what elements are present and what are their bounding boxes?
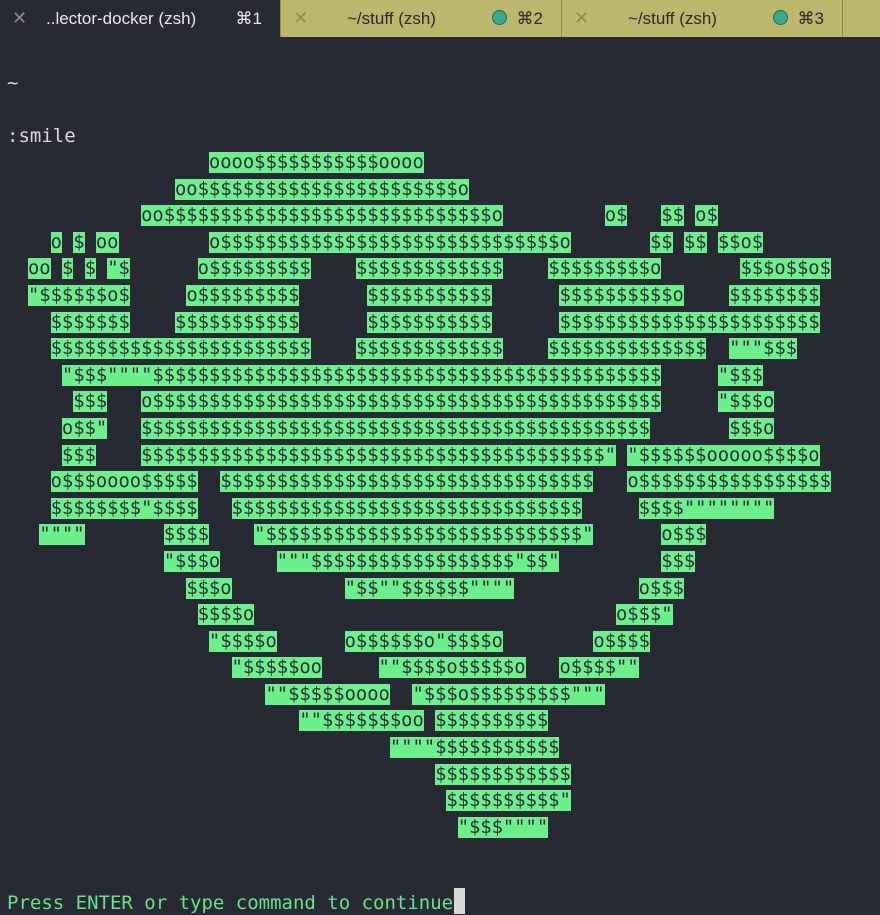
art-line-23: $$$$$$$$$$$$ [435, 763, 571, 785]
close-icon[interactable]: ✕ [293, 8, 308, 29]
art-line-0: oooo$$$$$$$$$$$oooo [208, 152, 424, 173]
art-line-9: $$$ o$$$$$$$$$$$$$$$$$$$$$$$$$$$$$$$$$$$… [73, 391, 775, 413]
text-cursor [454, 888, 466, 914]
tab-shortcut: ⌘3 [797, 9, 824, 28]
art-line-13: $$$$$$$$"$$$$ $$$$$$$$$$$$$$$$$$$$$$$$$$… [50, 497, 775, 519]
art-line-5: "$$$$$$o$ o$$$$$$$$$ $$$$$$$$$$$ $$$$$$$… [28, 284, 820, 306]
tab-3[interactable]: ✕ ~/stuff (zsh) ⌘3 [561, 0, 842, 37]
tab-title: ~/stuff (zsh) [628, 9, 717, 28]
close-icon[interactable]: ✕ [574, 8, 589, 29]
tab-2[interactable]: ✕ ~/stuff (zsh) ⌘2 [280, 0, 561, 37]
art-line-18: "$$$$o o$$$$$$o"$$$$o o$$$$ [208, 630, 650, 652]
art-line-7: $$$$$$$$$$$$$$$$$$$$$$$ $$$$$$$$$$$$$ $$… [50, 338, 797, 360]
tab-title: ~/stuff (zsh) [347, 9, 436, 28]
art-line-24: $$$$$$$$$$" [446, 790, 571, 812]
art-line-4: oo $ $ "$ o$$$$$$$$$ $$$$$$$$$$$$$ $$$$$… [28, 258, 831, 280]
art-line-6: $$$$$$$ $$$$$$$$$$$ $$$$$$$$$$$ $$$$$$$$… [50, 311, 820, 333]
activity-indicator-icon [773, 10, 788, 25]
art-line-11: $$$ $$$$$$$$$$$$$$$$$$$$$$$$$$$$$$$$$$$$… [61, 444, 820, 466]
art-line-2: oo$$$$$$$$$$$$$$$$$$$$$$$$$$$$$o o$ $$ o… [141, 205, 718, 227]
tab-bar: ✕ ..lector-docker (zsh) ⌘1 ✕ ~/stuff (zs… [0, 0, 880, 37]
tab-shortcut: ⌘1 [235, 9, 262, 28]
tab-1[interactable]: ✕ ..lector-docker (zsh) ⌘1 [0, 0, 280, 37]
art-line-8: "$$$""""$$$$$$$$$$$$$$$$$$$$$$$$$$$$$$$$… [61, 364, 763, 386]
art-line-17: $$$$o o$$$" [197, 604, 673, 626]
art-line-1: oo$$$$$$$$$$$$$$$$$$$$$$$o [175, 178, 469, 200]
close-icon[interactable]: ✕ [12, 8, 27, 29]
tab-shortcut: ⌘2 [516, 9, 543, 28]
command-line: :smile [7, 125, 76, 147]
art-line-14: """" $$$$ "$$$$$$$$$$$$$$$$$$$$$$$$$$$$"… [39, 524, 707, 546]
art-line-15: "$$$o """$$$$$$$$$$$$$$$$$$"$$" $$$ [163, 550, 696, 572]
art-line-16: $$$o "$$""$$$$$$"""" o$$$ [186, 577, 684, 599]
art-line-25: "$$$"""" [457, 816, 549, 838]
prompt-line: ~ [7, 72, 19, 94]
tab-title: ..lector-docker (zsh) [46, 9, 197, 28]
art-line-21: ""$$$$$$$oo $$$$$$$$$$ [299, 710, 549, 732]
ascii-art-smiley: oooo$$$$$$$$$$$oooo oo$$$$$$$$$$$$$$$$$$… [28, 150, 831, 841]
activity-indicator-icon [492, 10, 507, 25]
art-line-12: o$$$oooo$$$$$ $$$$$$$$$$$$$$$$$$$$$$$$$$… [50, 471, 831, 493]
art-line-20: ""$$$$$oooo "$$$o$$$$$$$$$""" [265, 683, 605, 705]
art-line-19: "$$$$$oo ""$$$$o$$$$$o o$$$$"" [231, 657, 639, 679]
art-line-22: """"$$$$$$$$$$$ [389, 737, 560, 759]
status-line[interactable]: Press ENTER or type command to continue [7, 888, 466, 914]
art-line-10: o$$" $$$$$$$$$$$$$$$$$$$$$$$$$$$$$$$$$$$… [61, 417, 775, 439]
status-message: Press ENTER or type command to continue [7, 892, 454, 914]
tab-overflow[interactable] [842, 0, 880, 37]
art-line-3: o $ oo o$$$$$$$$$$$$$$$$$$$$$$$$$$$$$$o … [50, 231, 764, 253]
